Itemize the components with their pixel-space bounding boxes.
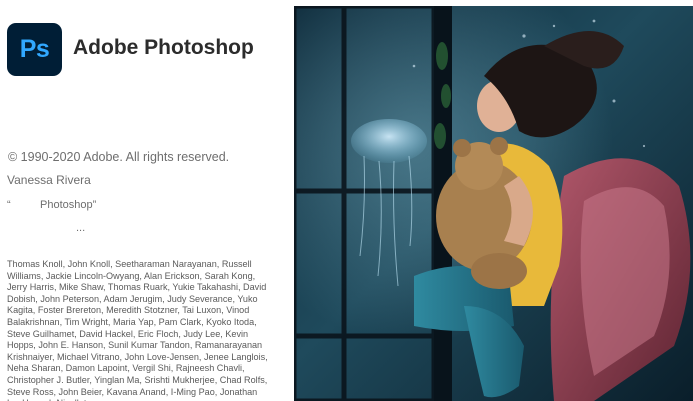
splash-artwork (294, 6, 693, 401)
product-name: Photoshop” (40, 199, 97, 211)
splash-image-icon (294, 6, 693, 401)
photoshop-logo-icon: Ps (7, 23, 62, 76)
about-panel: Ps Adobe Photoshop © 1990-2020 Adobe. Al… (0, 0, 285, 401)
product-name-line: “ Photoshop” (7, 199, 96, 211)
app-title: Adobe Photoshop (73, 36, 254, 59)
licensed-user-name: Vanessa Rivera (7, 173, 91, 187)
copyright-text: © 1990-2020 Adobe. All rights reserved. (8, 150, 230, 164)
logo-text: Ps (19, 35, 50, 63)
credits-list: Thomas Knoll, John Knoll, Seetharaman Na… (7, 259, 268, 401)
ellipsis-text: ... (76, 222, 86, 234)
open-quote: “ (7, 199, 11, 211)
